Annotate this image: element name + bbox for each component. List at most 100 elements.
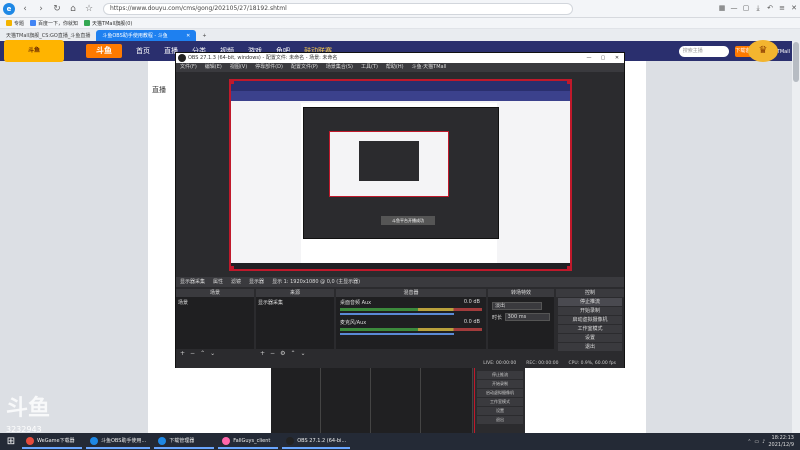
remove-icon[interactable]: − [190, 349, 195, 359]
taskbar-item[interactable]: 下载管理器 [154, 434, 215, 449]
bookmark-page-icon [84, 20, 91, 26]
bg-menu-item[interactable]: 停止推流 [477, 371, 523, 379]
clock[interactable]: 18:22:13 2021/12/9 [768, 435, 794, 449]
volume-icon[interactable]: ♪ [762, 439, 765, 445]
bg-menu-item[interactable]: 退出 [477, 416, 523, 424]
game-banner-icon[interactable]: 斗鱼 [4, 40, 64, 62]
menu-douyu[interactable]: 斗鱼·天猫TMall [412, 63, 447, 72]
download-icon[interactable]: ⤓ [752, 4, 764, 13]
bookmark-star-icon [6, 20, 12, 26]
menu-edit[interactable]: 编辑(E) [205, 63, 222, 72]
volume-slider[interactable] [340, 313, 454, 315]
nav-home[interactable]: 首页 [136, 46, 150, 56]
tab-close-icon[interactable]: ✕ [186, 33, 190, 39]
display-select[interactable]: 显示 1: 1920x1080 @ 0,0 (主显示器) [272, 277, 360, 287]
new-tab-button[interactable]: + [196, 30, 212, 41]
gear-icon[interactable]: ⚙ [280, 349, 285, 359]
bookmark-item[interactable]: 专题 [6, 20, 24, 27]
menu-file[interactable]: 文件(F) [180, 63, 197, 72]
bg-menu-item[interactable]: 工作室模式 [477, 398, 523, 406]
taskbar-item[interactable]: FallGuys_client [218, 434, 279, 449]
properties-button[interactable]: 属性 [213, 277, 223, 287]
move-down-icon[interactable]: ⌄ [210, 349, 215, 359]
browser-logo-icon[interactable]: e [3, 2, 15, 15]
move-up-icon[interactable]: ⌃ [290, 349, 295, 359]
duration-input[interactable]: 300 ms [504, 313, 550, 321]
undo-icon[interactable]: ↶ [764, 4, 776, 13]
address-bar[interactable]: https://www.douyu.com/cms/gong/202105/27… [103, 2, 573, 15]
minimize-icon[interactable]: — [582, 53, 596, 63]
filters-button[interactable]: 滤镜 [231, 277, 241, 287]
mixer-dock: 混音器 桌面音频 Aux 0.0 dB 麦克风/Aux 0.0 dB [336, 289, 486, 359]
transitions-title: 转场特效 [488, 289, 554, 297]
tab-obs-guide[interactable]: 斗鱼OBS助手使用教程 - 斗鱼 ✕ [96, 30, 197, 41]
virtual-camera-button[interactable]: 启动虚拟摄像机 [558, 316, 622, 324]
move-down-icon[interactable]: ⌄ [300, 349, 305, 359]
home-icon[interactable]: ⌂ [67, 3, 79, 15]
download-manager-icon [158, 436, 167, 445]
bg-menu-item[interactable]: 启动虚拟摄像机 [477, 389, 523, 397]
resize-handle[interactable] [231, 81, 234, 84]
page-scrollbar[interactable] [792, 41, 800, 433]
scenes-dock: 场景 场景 + − ⌃ ⌄ [176, 289, 254, 359]
scene-item[interactable]: 场景 [178, 299, 252, 306]
menu-scene-collection[interactable]: 场景集合(S) [326, 63, 353, 72]
rec-timer: REC: 00:00:00 [526, 361, 559, 366]
grid-icon[interactable]: ▦ [716, 4, 728, 13]
bookmark-item[interactable]: 百度一下，你就知 [30, 20, 78, 27]
move-up-icon[interactable]: ⌃ [200, 349, 205, 359]
taskbar-item[interactable]: OBS 27.1.2 (64-bi... [282, 434, 351, 449]
resize-handle[interactable] [567, 81, 570, 84]
refresh-icon[interactable]: ↻ [51, 3, 63, 15]
source-toolbar: 显示器采集 属性 滤镜 显示器 显示 1: 1920x1080 @ 0,0 (主… [176, 277, 624, 287]
close-icon[interactable]: ✕ [610, 53, 624, 63]
menu-profile[interactable]: 配置文件(P) [291, 63, 318, 72]
menu-icon[interactable]: ≡ [776, 4, 788, 13]
taskbar-item[interactable]: WeGame下载器 [22, 434, 82, 449]
maximize-icon[interactable]: ▢ [596, 53, 610, 63]
transition-select[interactable]: 淡出 [492, 302, 542, 310]
star-icon[interactable]: ☆ [83, 3, 95, 15]
studio-mode-button[interactable]: 工作室模式 [558, 325, 622, 333]
mixer-title: 混音器 [336, 289, 486, 297]
site-search-input[interactable]: 搜索主播 [678, 45, 729, 57]
forward-icon[interactable]: › [35, 3, 47, 15]
settings-button[interactable]: 设置 [558, 334, 622, 342]
bookmark-item[interactable]: 天猫TMall旗舰(0) [84, 20, 132, 27]
douyu-logo[interactable]: 斗鱼 [86, 44, 122, 58]
remove-icon[interactable]: − [270, 349, 275, 359]
restore-icon[interactable]: ▢ [740, 4, 752, 13]
add-icon[interactable]: + [260, 349, 265, 359]
resize-handle[interactable] [231, 266, 234, 269]
windows-start-icon[interactable]: ⊞ [4, 435, 18, 449]
scrollbar-thumb[interactable] [793, 42, 799, 82]
bg-menu-item[interactable]: 设置 [477, 407, 523, 415]
obs-preview[interactable]: 斗鱼平台开播成功 [229, 79, 572, 271]
menu-tools[interactable]: 工具(T) [361, 63, 378, 72]
tray-up-icon[interactable]: ⌃ [747, 439, 751, 445]
start-recording-button[interactable]: 开始录制 [558, 307, 622, 315]
preview-nested-obs-inner [359, 141, 419, 181]
minimize-icon[interactable]: — [728, 4, 740, 13]
stop-streaming-button[interactable]: 停止推流 [558, 298, 622, 306]
close-icon[interactable]: ✕ [788, 4, 800, 13]
bg-menu-item[interactable]: 开始录制 [477, 380, 523, 388]
back-icon[interactable]: ‹ [19, 3, 31, 15]
add-icon[interactable]: + [180, 349, 185, 359]
menu-docks[interactable]: 停靠部件(D) [255, 63, 283, 72]
volume-slider[interactable] [340, 333, 454, 335]
bg-scenes-panel [271, 367, 321, 433]
source-item[interactable]: 显示器采集 [258, 299, 332, 306]
crown-icon[interactable]: ♛ [748, 40, 778, 62]
menu-view[interactable]: 视图(V) [230, 63, 247, 72]
taskbar-item[interactable]: 斗鱼OBS助手使用... [86, 434, 151, 449]
bg-transitions-panel [421, 367, 473, 433]
controls-dock: 控制 停止推流 开始录制 启动虚拟摄像机 工作室模式 设置 退出 [556, 289, 624, 359]
system-tray: ⌃ ▭ ♪ 18:22:13 2021/12/9 [747, 435, 794, 449]
network-icon[interactable]: ▭ [754, 439, 759, 445]
preview-site-nav [231, 81, 570, 91]
exit-button[interactable]: 退出 [558, 343, 622, 351]
menu-help[interactable]: 帮助(H) [386, 63, 404, 72]
resize-handle[interactable] [567, 266, 570, 269]
scenes-toolbar: + − ⌃ ⌄ [176, 349, 254, 359]
